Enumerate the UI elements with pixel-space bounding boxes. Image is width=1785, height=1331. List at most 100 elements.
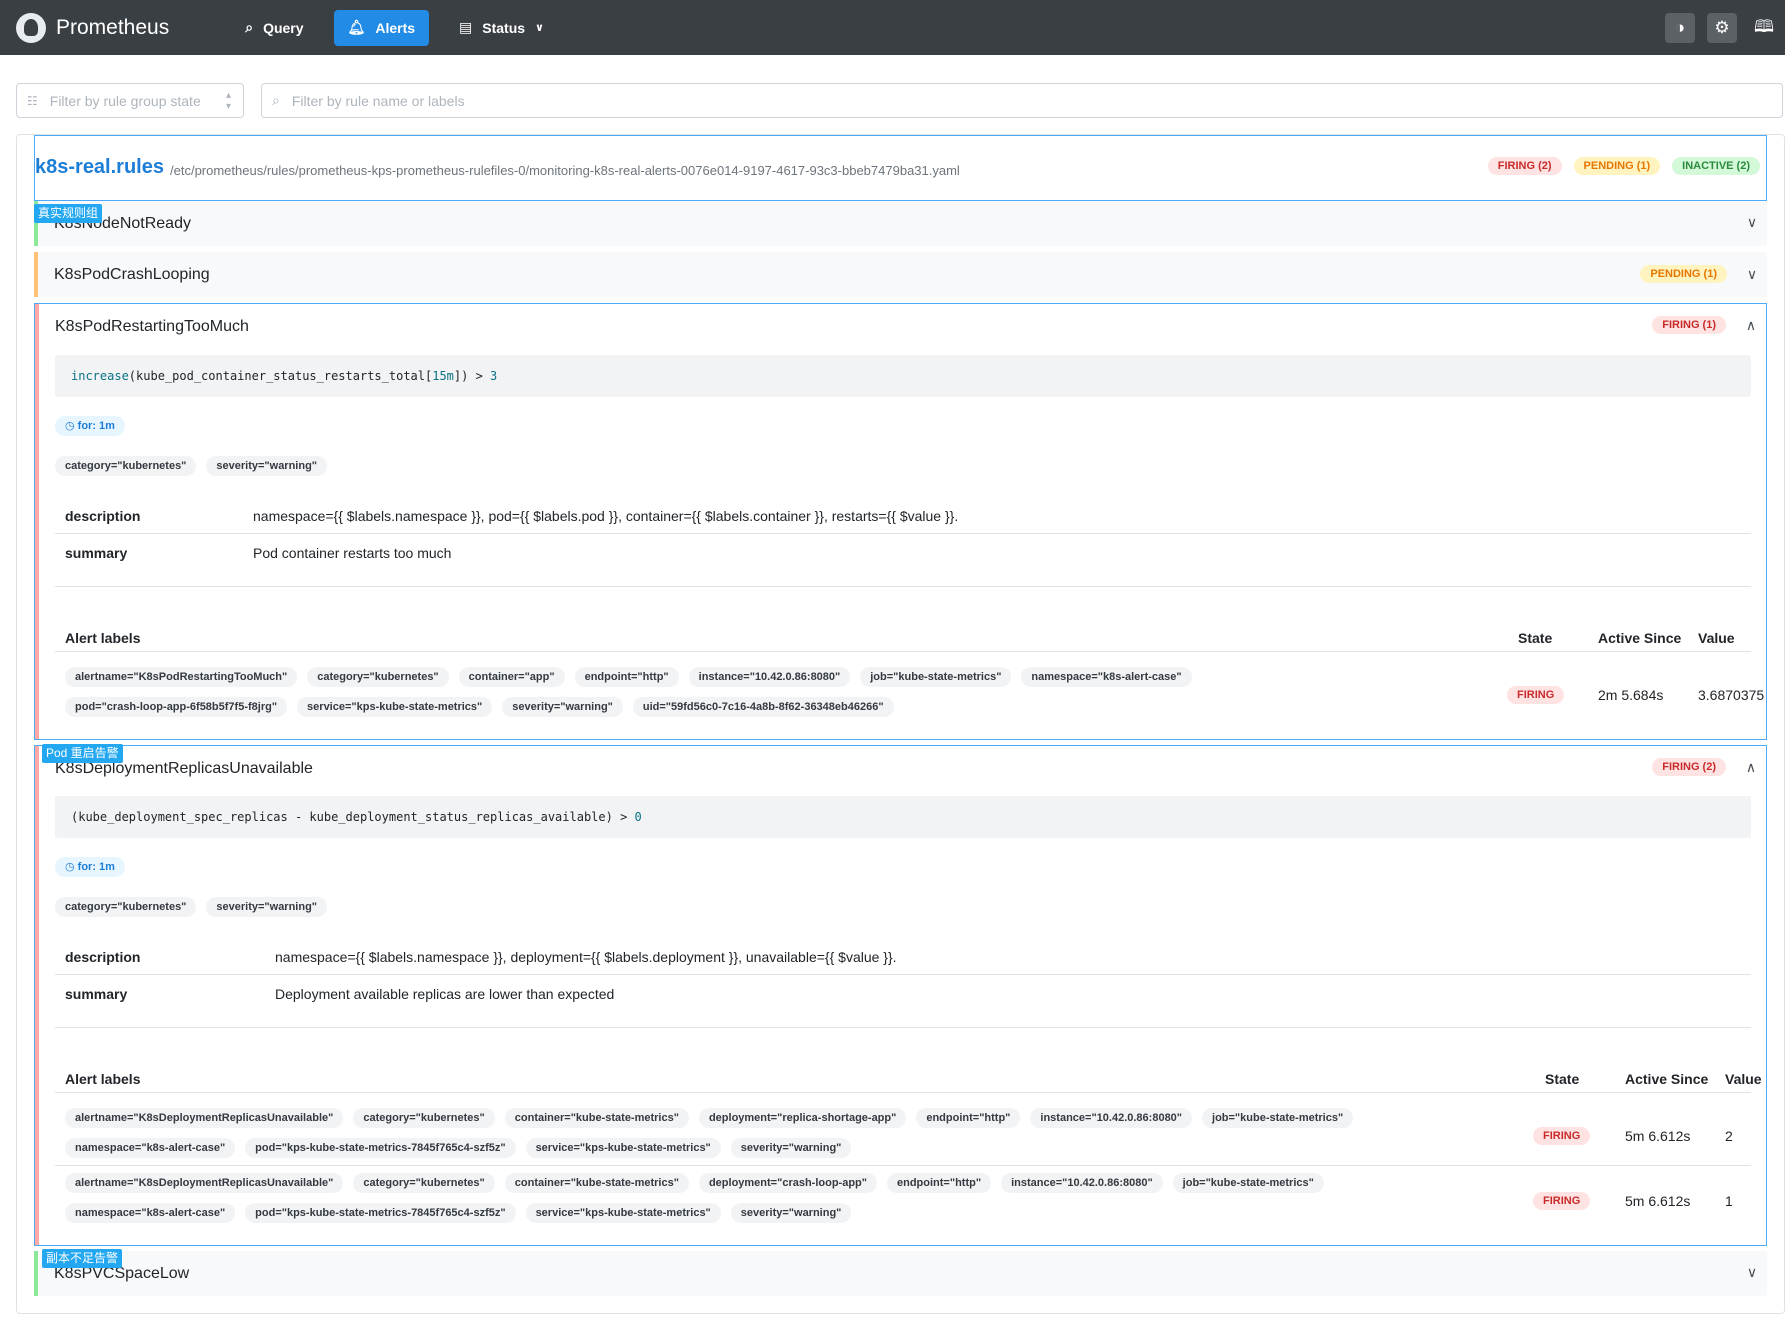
label-chip: container="kube-state-metrics" <box>504 1108 689 1128</box>
label-chip: namespace="k8s-alert-case" <box>65 1138 236 1158</box>
clock-icon: ◷ <box>65 420 75 432</box>
nav-query-button[interactable]: ⌕ Query <box>231 10 317 46</box>
alert-labels: alertname="K8sDeploymentReplicasUnavaila… <box>65 1108 1365 1168</box>
search-icon: ⌕ <box>245 19 254 35</box>
label-chip: alertname="K8sDeploymentReplicasUnavaila… <box>65 1108 344 1128</box>
main-nav: ⌕ Query 🔔︎ Alerts ▤ Status ∨ <box>231 9 574 46</box>
label-chip: job="kube-state-metrics" <box>1202 1108 1354 1128</box>
label-chip: severity="warning" <box>502 697 623 717</box>
rule-state-bar <box>34 252 38 297</box>
label-chip: deployment="crash-loop-app" <box>698 1173 877 1193</box>
annotation-key: summary <box>65 545 128 561</box>
rule-name[interactable]: K8sPodRestartingTooMuch <box>55 318 249 336</box>
rule-state-bar <box>35 746 39 1245</box>
alert-value: 3.6870375 <box>1698 687 1765 703</box>
alert-row: alertname="K8sPodRestartingTooMuch" cate… <box>55 660 1764 722</box>
brand[interactable]: Prometheus <box>16 12 169 43</box>
label-chip: service="kps-kube-state-metrics" <box>525 1138 721 1158</box>
active-since-header: Active Since <box>1598 630 1682 646</box>
alerts-table-header: Alert labels State Active Since Value <box>55 622 1751 652</box>
value-header: Value <box>1698 630 1735 646</box>
rule-labels: category="kubernetes" severity="warning" <box>55 897 337 917</box>
rule-group-file: /etc/prometheus/rules/prometheus-kps-pro… <box>170 163 960 178</box>
label-chip: instance="10.42.0.86:8080" <box>1001 1173 1163 1193</box>
label-chip: container="app" <box>458 667 565 687</box>
rule-row-node-not-ready[interactable]: K8sNodeNotReady ∨ <box>34 201 1767 246</box>
label-chip: category="kubernetes" <box>55 897 197 917</box>
for-duration-badge: ◷ for: 1m <box>55 857 125 877</box>
settings-button[interactable]: ⚙ <box>1707 13 1737 43</box>
rule-group-state-filter[interactable]: ☷ Filter by rule group state ▴ ▾ <box>16 83 244 118</box>
label-chip: severity="warning" <box>730 1203 852 1223</box>
expr-function: increase <box>71 369 129 383</box>
state-filter-placeholder: Filter by rule group state <box>49 92 201 109</box>
nav-query-label: Query <box>263 19 304 36</box>
annotation-row: summary Pod container restarts too much <box>55 534 1751 571</box>
value-header: Value <box>1725 1071 1762 1087</box>
docs-button[interactable]: 🕮︎ <box>1749 13 1779 43</box>
pending-count-badge: PENDING (1) <box>1573 157 1661 175</box>
chevron-down-icon[interactable]: ∨ <box>1745 1264 1759 1281</box>
group-annotation-tag: 真实规则组 <box>34 204 103 223</box>
alert-active-since: 5m 6.612s <box>1625 1193 1691 1209</box>
alert-active-since: 5m 6.612s <box>1625 1128 1691 1144</box>
label-chip: alertname="K8sDeploymentReplicasUnavaila… <box>65 1173 344 1193</box>
inactive-count-badge: INACTIVE (2) <box>1672 157 1760 175</box>
rule-group-header[interactable]: k8s-real.rules /etc/prometheus/rules/pro… <box>34 135 1767 201</box>
rule-group-badges: FIRING (2) PENDING (1) INACTIVE (2) <box>1476 157 1760 175</box>
label-chip: deployment="replica-shortage-app" <box>698 1108 907 1128</box>
rule-labels: category="kubernetes" severity="warning" <box>55 456 337 476</box>
rule-row-pod-crash-looping[interactable]: K8sPodCrashLooping PENDING (1) ∨ <box>34 252 1767 297</box>
firing-count-badge: FIRING (2) <box>1487 157 1562 175</box>
nav-alerts-button[interactable]: 🔔︎ Alerts <box>333 9 430 46</box>
alert-labels-header: Alert labels <box>65 1071 141 1087</box>
chevron-up-icon[interactable]: ∧ <box>1744 759 1758 776</box>
label-chip: category="kubernetes" <box>353 1173 495 1193</box>
rule-filter-input[interactable] <box>291 92 1508 109</box>
annotation-value: namespace={{ $labels.namespace }}, deplo… <box>275 949 897 965</box>
contrast-icon: ◑ <box>1674 18 1686 37</box>
expr-threshold: 3 <box>490 369 498 383</box>
section-divider <box>55 586 1751 587</box>
alert-labels: alertname="K8sPodRestartingTooMuch" cate… <box>65 667 1365 727</box>
label-chip: severity="warning" <box>206 456 328 476</box>
header-tools: ◑ ⚙ 🕮︎ <box>1653 13 1779 43</box>
chevron-up-icon[interactable]: ∧ <box>1744 317 1758 334</box>
rule-panel-pod-restarting: K8sPodRestartingTooMuch FIRING (1) ∧ inc… <box>34 303 1767 740</box>
alert-state-badge: FIRING <box>1507 686 1565 704</box>
chevron-down-icon[interactable]: ∨ <box>1745 214 1759 231</box>
alert-active-since: 2m 5.684s <box>1598 687 1664 703</box>
expr-range: 15m <box>432 369 454 383</box>
label-chip: pod="crash-loop-app-6f58b5f7f5-f8jrg" <box>65 697 288 717</box>
alert-labels-header: Alert labels <box>65 630 141 646</box>
rule-name-filter[interactable]: ⌕ <box>261 83 1783 118</box>
for-duration-badge: ◷ for: 1m <box>55 416 125 436</box>
state-header: State <box>1518 630 1553 646</box>
chevron-down-icon: ∨ <box>535 22 544 34</box>
theme-toggle-button[interactable]: ◑ <box>1665 13 1695 43</box>
alerts-table-header: Alert labels State Active Since Value <box>55 1063 1762 1093</box>
label-chip: namespace="k8s-alert-case" <box>1021 667 1192 687</box>
nav-alerts-label: Alerts <box>375 19 416 36</box>
alert-labels: alertname="K8sDeploymentReplicasUnavaila… <box>65 1173 1365 1233</box>
label-chip: category="kubernetes" <box>307 667 449 687</box>
rule-row-pvc-space-low[interactable]: K8sPVCSpaceLow ∨ <box>34 1251 1767 1296</box>
label-chip: instance="10.42.0.86:8080" <box>1030 1108 1193 1128</box>
alert-value: 1 <box>1725 1193 1733 1209</box>
filter-icon: ☷ <box>27 93 38 108</box>
annotation-key: description <box>65 949 141 965</box>
label-chip: job="kube-state-metrics" <box>1172 1173 1324 1193</box>
annotation-row: description namespace={{ $labels.namespa… <box>55 938 1751 975</box>
top-navbar: Prometheus ⌕ Query 🔔︎ Alerts ▤ Status ∨ … <box>0 0 1785 55</box>
chevron-down-icon[interactable]: ∨ <box>1745 266 1759 283</box>
section-divider <box>55 1027 1751 1028</box>
replica-annotation-tag: 副本不足告警 <box>42 1249 123 1268</box>
alert-row: alertname="K8sDeploymentReplicasUnavaila… <box>55 1101 1751 1163</box>
rule-name: K8sPodCrashLooping <box>54 266 210 283</box>
label-chip: container="kube-state-metrics" <box>504 1173 689 1193</box>
bell-icon: 🔔︎ <box>347 19 366 35</box>
nav-status-button[interactable]: ▤ Status ∨ <box>445 10 558 46</box>
select-chevrons-icon: ▴ ▾ <box>225 89 231 112</box>
label-chip: pod="kps-kube-state-metrics-7845f765c4-s… <box>245 1138 516 1158</box>
rule-expression: increase(kube_pod_container_status_resta… <box>55 355 1751 397</box>
